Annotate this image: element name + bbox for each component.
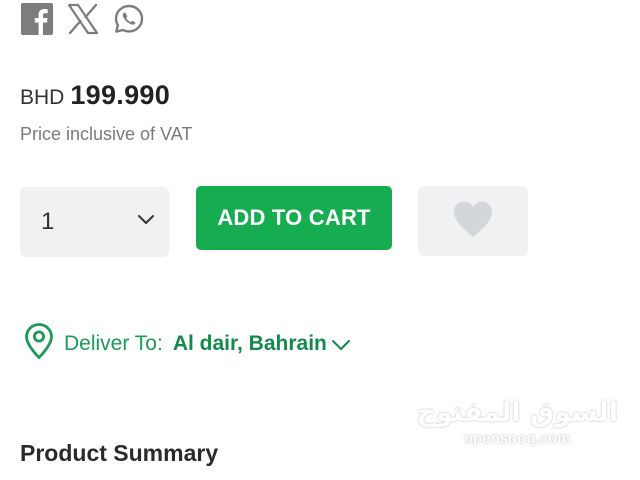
heart-icon: [452, 200, 494, 243]
watermark-arabic: السوق المفتوح: [416, 397, 618, 428]
wishlist-button[interactable]: [418, 186, 528, 256]
facebook-icon[interactable]: [20, 2, 54, 36]
add-to-cart-button[interactable]: ADD TO CART: [196, 186, 392, 250]
chevron-down-icon: [331, 340, 350, 350]
vat-note: Price inclusive of VAT: [20, 124, 193, 144]
location-pin-icon: [24, 322, 54, 365]
delivery-location: Al dair, Bahrain: [172, 331, 327, 355]
quantity-select[interactable]: 1: [20, 187, 169, 257]
quantity-value: 1: [41, 208, 55, 235]
x-twitter-icon[interactable]: [66, 2, 100, 36]
delivery-location-selector[interactable]: Al dair, Bahrain: [173, 332, 351, 356]
product-summary-heading: Product Summary: [20, 440, 219, 466]
watermark-latin: opensooq.com: [463, 429, 571, 447]
deliver-to: Deliver To: Al dair, Bahrain: [24, 322, 351, 365]
price: BHD 199.990: [20, 80, 170, 111]
share-icons: [20, 2, 146, 36]
price-amount: 199.990: [70, 80, 171, 110]
whatsapp-icon[interactable]: [112, 2, 146, 36]
price-currency: BHD: [20, 86, 65, 109]
chevron-down-icon: [137, 213, 155, 231]
watermark-logo: السوق المفتوح opensooq.com: [416, 398, 618, 447]
deliver-label: Deliver To:: [64, 331, 163, 355]
